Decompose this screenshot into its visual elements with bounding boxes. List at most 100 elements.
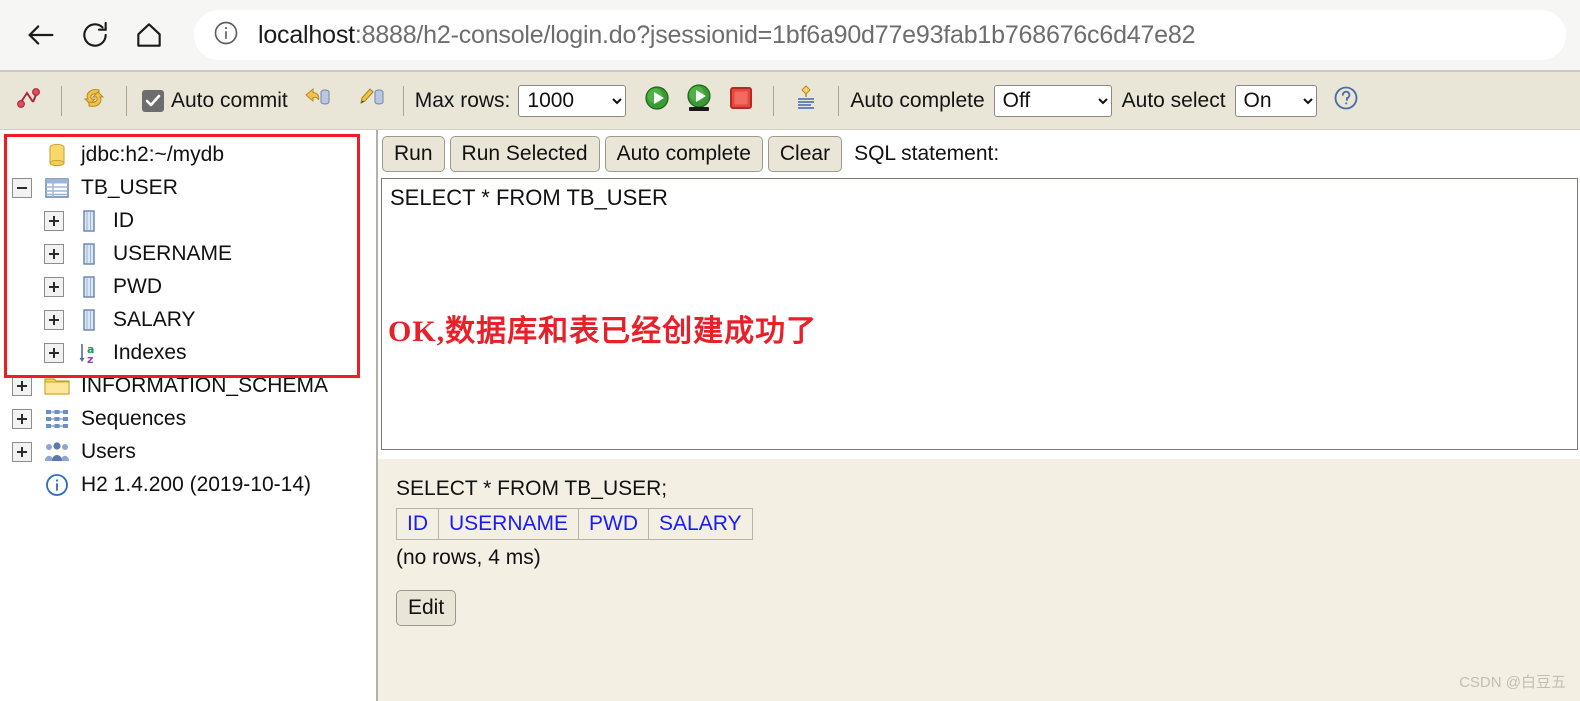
column-icon [76, 241, 102, 267]
toolbar-separator [402, 85, 404, 116]
column-icon [76, 208, 102, 234]
expand-toggle[interactable] [12, 408, 32, 429]
url-host: localhost [258, 20, 355, 49]
tree-item-label: jdbc:h2:~/mydb [81, 142, 225, 166]
address-bar[interactable]: localhost:8888/h2-console/login.do?jsess… [194, 10, 1566, 60]
expand-toggle[interactable] [12, 375, 32, 396]
h2-toolbar: Auto commit Max rows: 1000 Auto complete… [0, 72, 1580, 130]
tree-item-label: TB_USER [81, 175, 178, 199]
sql-workspace: Run Run Selected Auto complete Clear SQL… [378, 130, 1580, 701]
tree-item-label: Indexes [113, 340, 187, 364]
tree-item-users[interactable]: Users [6, 435, 376, 468]
edit-button[interactable]: Edit [396, 590, 457, 627]
run-icon [642, 83, 672, 119]
table-header-row: ID USERNAME PWD SALARY [396, 508, 753, 541]
clear-button[interactable]: Clear [767, 136, 843, 173]
column-header-salary[interactable]: SALARY [648, 508, 753, 541]
auto-select-select[interactable]: On [1234, 84, 1317, 117]
run-button[interactable]: Run [382, 136, 445, 173]
auto-commit-checkbox[interactable] [142, 89, 164, 112]
home-button[interactable] [122, 8, 176, 62]
toolbar-separator [126, 85, 127, 116]
tree-item-column-salary[interactable]: SALARY [6, 303, 376, 336]
expand-toggle[interactable] [12, 441, 32, 462]
tree-item-sequences[interactable]: Sequences [6, 402, 376, 435]
tree-item-table-tb-user[interactable]: TB_USER [6, 171, 376, 204]
run-selected-button[interactable] [678, 80, 720, 122]
database-icon [44, 142, 70, 168]
expand-toggle[interactable] [44, 210, 64, 231]
folder-icon [44, 373, 70, 399]
users-icon [44, 439, 70, 465]
database-tree-sidebar: jdbc:h2:~/mydb TB_USER ID USERNAME PWD S… [0, 130, 378, 701]
sort-az-icon: a z [76, 340, 102, 366]
expand-toggle[interactable] [44, 342, 64, 363]
result-status: (no rows, 4 ms) [396, 546, 541, 570]
help-button[interactable] [1325, 80, 1367, 122]
stop-button[interactable] [720, 80, 762, 122]
collapse-toggle[interactable] [12, 177, 32, 198]
refresh-icon [79, 83, 109, 119]
auto-commit-label: Auto commit [171, 88, 288, 112]
rollback-button[interactable] [296, 80, 338, 122]
column-header-username[interactable]: USERNAME [437, 508, 580, 541]
url-path: :8888/h2-console/login.do?jsessionid=1bf… [354, 20, 1196, 49]
tree-item-information-schema[interactable]: INFORMATION_SCHEMA [6, 369, 376, 402]
disconnect-icon [14, 83, 44, 119]
refresh-button[interactable] [73, 80, 115, 122]
expand-toggle[interactable] [44, 276, 64, 297]
arrow-left-icon [24, 18, 58, 52]
disconnect-button[interactable] [8, 80, 50, 122]
info-icon [44, 472, 70, 498]
home-icon [133, 19, 165, 51]
history-button[interactable] [785, 80, 827, 122]
reload-button[interactable] [68, 8, 122, 62]
expand-toggle[interactable] [44, 243, 64, 264]
stop-icon [728, 85, 754, 117]
sql-input[interactable]: SELECT * FROM TB_USER [381, 178, 1578, 451]
tree-item-label: INFORMATION_SCHEMA [81, 373, 328, 397]
svg-text:z: z [87, 353, 93, 365]
info-circle-icon[interactable] [212, 19, 240, 52]
result-table: ID USERNAME PWD SALARY [396, 508, 753, 541]
run-selected-button[interactable]: Run Selected [449, 136, 600, 173]
main-content: jdbc:h2:~/mydb TB_USER ID USERNAME PWD S… [0, 130, 1580, 701]
back-button[interactable] [14, 8, 68, 62]
sql-editor-wrapper: SELECT * FROM TB_USER OK,数据库和表已经创建成功了 [378, 178, 1580, 451]
tree-item-version: H2 1.4.200 (2019-10-14) [6, 468, 376, 501]
history-icon [791, 83, 821, 119]
tree-item-column-username[interactable]: USERNAME [6, 237, 376, 270]
result-panel: SELECT * FROM TB_USER; ID USERNAME PWD S… [378, 459, 1580, 701]
tree-item-column-id[interactable]: ID [6, 204, 376, 237]
tree-item-column-pwd[interactable]: PWD [6, 270, 376, 303]
tree-item-label: Sequences [81, 406, 187, 430]
help-circle-icon [1332, 84, 1360, 118]
auto-complete-button[interactable]: Auto complete [604, 136, 763, 173]
auto-complete-select[interactable]: Off [993, 84, 1112, 117]
tree-item-label: Users [81, 439, 136, 463]
column-icon [76, 274, 102, 300]
column-icon [76, 307, 102, 333]
tree-item-label: H2 1.4.200 (2019-10-14) [81, 472, 311, 496]
column-header-id[interactable]: ID [396, 508, 439, 541]
tree-item-indexes[interactable]: a z Indexes [6, 336, 376, 369]
run-button[interactable] [636, 80, 678, 122]
expand-toggle[interactable] [44, 309, 64, 330]
commit-button[interactable] [350, 80, 392, 122]
run-selected-icon [683, 83, 715, 119]
toolbar-separator [61, 85, 62, 116]
auto-complete-label: Auto complete [850, 88, 985, 112]
max-rows-label: Max rows: [414, 88, 511, 112]
tree-item-database[interactable]: jdbc:h2:~/mydb [6, 138, 376, 171]
column-header-pwd[interactable]: PWD [578, 508, 650, 541]
watermark: CSDN @白豆五 [1459, 674, 1566, 691]
auto-commit-control[interactable]: Auto commit [142, 89, 288, 113]
tree-item-label: SALARY [113, 307, 196, 331]
commit-icon [355, 85, 387, 117]
max-rows-select[interactable]: 1000 [518, 84, 627, 117]
tree-item-label: ID [113, 208, 134, 232]
toolbar-separator [838, 85, 840, 116]
auto-select-label: Auto select [1121, 88, 1226, 112]
sql-button-bar: Run Run Selected Auto complete Clear SQL… [378, 130, 1580, 178]
result-executed-sql: SELECT * FROM TB_USER; [396, 477, 668, 501]
